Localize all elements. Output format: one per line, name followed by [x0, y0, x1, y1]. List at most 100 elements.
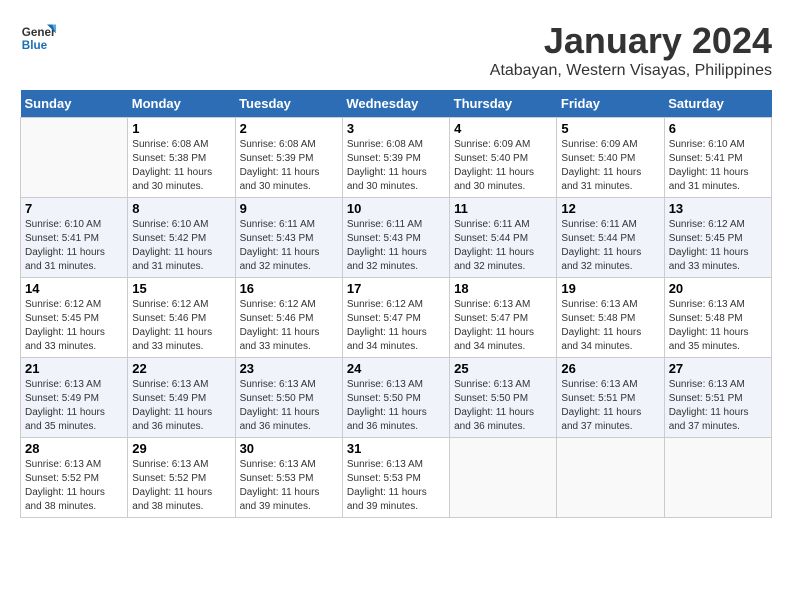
day-info: Sunrise: 6:13 AM Sunset: 5:52 PM Dayligh…: [25, 458, 123, 514]
day-number: 5: [561, 121, 659, 136]
day-info: Sunrise: 6:11 AM Sunset: 5:43 PM Dayligh…: [347, 218, 445, 274]
weekday-header-cell: Friday: [557, 90, 664, 118]
calendar-week-row: 7Sunrise: 6:10 AM Sunset: 5:41 PM Daylig…: [21, 198, 772, 278]
logo: General Blue: [20, 20, 56, 56]
day-number: 6: [669, 121, 767, 136]
calendar-day-cell: 10 Sunrise: 6:11 AM Sunset: 5:43 PM Dayli…: [342, 198, 449, 278]
day-number: 31: [347, 441, 445, 456]
day-number: 29: [132, 441, 230, 456]
weekday-header-cell: Saturday: [664, 90, 771, 118]
calendar-day-cell: 23 Sunrise: 6:13 AM Sunset: 5:50 PM Dayli…: [235, 358, 342, 438]
calendar-day-cell: 11Sunrise: 6:11 AM Sunset: 5:44 PM Dayli…: [450, 198, 557, 278]
calendar-day-cell: 5 Sunrise: 6:09 AM Sunset: 5:40 PM Daylig…: [557, 118, 664, 198]
calendar-week-row: 1 Sunrise: 6:08 AM Sunset: 5:38 PM Daylig…: [21, 118, 772, 198]
day-number: 3: [347, 121, 445, 136]
calendar-body: 1 Sunrise: 6:08 AM Sunset: 5:38 PM Daylig…: [21, 118, 772, 518]
day-info: Sunrise: 6:13 AM Sunset: 5:48 PM Dayligh…: [561, 298, 659, 354]
day-number: 22: [132, 361, 230, 376]
day-info: Sunrise: 6:13 AM Sunset: 5:53 PM Dayligh…: [347, 458, 445, 514]
day-number: 14: [25, 281, 123, 296]
month-title: January 2024: [490, 20, 772, 62]
calendar-day-cell: 12Sunrise: 6:11 AM Sunset: 5:44 PM Dayli…: [557, 198, 664, 278]
day-info: Sunrise: 6:12 AM Sunset: 5:46 PM Dayligh…: [132, 298, 230, 354]
svg-text:Blue: Blue: [22, 39, 48, 52]
calendar-day-cell: 30 Sunrise: 6:13 AM Sunset: 5:53 PM Dayli…: [235, 438, 342, 518]
day-number: 2: [240, 121, 338, 136]
calendar-day-cell: 16Sunrise: 6:12 AM Sunset: 5:46 PM Dayli…: [235, 278, 342, 358]
calendar-day-cell: 1 Sunrise: 6:08 AM Sunset: 5:38 PM Daylig…: [128, 118, 235, 198]
day-info: Sunrise: 6:13 AM Sunset: 5:50 PM Dayligh…: [454, 378, 552, 434]
weekday-header-row: SundayMondayTuesdayWednesdayThursdayFrid…: [21, 90, 772, 118]
weekday-header-cell: Wednesday: [342, 90, 449, 118]
day-info: Sunrise: 6:13 AM Sunset: 5:48 PM Dayligh…: [669, 298, 767, 354]
calendar-week-row: 14 Sunrise: 6:12 AM Sunset: 5:45 PM Dayli…: [21, 278, 772, 358]
day-number: 10: [347, 201, 445, 216]
weekday-header-cell: Monday: [128, 90, 235, 118]
calendar-day-cell: 2 Sunrise: 6:08 AM Sunset: 5:39 PM Daylig…: [235, 118, 342, 198]
calendar-day-cell: 15 Sunrise: 6:12 AM Sunset: 5:46 PM Dayli…: [128, 278, 235, 358]
calendar-day-cell: 9 Sunrise: 6:11 AM Sunset: 5:43 PM Daylig…: [235, 198, 342, 278]
weekday-header-cell: Thursday: [450, 90, 557, 118]
calendar-week-row: 21 Sunrise: 6:13 AM Sunset: 5:49 PM Dayli…: [21, 358, 772, 438]
day-info: Sunrise: 6:12 AM Sunset: 5:46 PM Dayligh…: [240, 298, 338, 354]
calendar-table: SundayMondayTuesdayWednesdayThursdayFrid…: [20, 90, 772, 518]
calendar-day-cell: 4 Sunrise: 6:09 AM Sunset: 5:40 PM Daylig…: [450, 118, 557, 198]
day-number: 30: [240, 441, 338, 456]
day-number: 20: [669, 281, 767, 296]
day-number: 1: [132, 121, 230, 136]
day-info: Sunrise: 6:09 AM Sunset: 5:40 PM Dayligh…: [561, 138, 659, 194]
day-number: 15: [132, 281, 230, 296]
day-number: 8: [132, 201, 230, 216]
day-info: Sunrise: 6:09 AM Sunset: 5:40 PM Dayligh…: [454, 138, 552, 194]
calendar-day-cell: 13Sunrise: 6:12 AM Sunset: 5:45 PM Dayli…: [664, 198, 771, 278]
day-number: 17: [347, 281, 445, 296]
calendar-day-cell: 25 Sunrise: 6:13 AM Sunset: 5:50 PM Dayli…: [450, 358, 557, 438]
day-info: Sunrise: 6:10 AM Sunset: 5:41 PM Dayligh…: [669, 138, 767, 194]
calendar-day-cell: [664, 438, 771, 518]
calendar-day-cell: 28 Sunrise: 6:13 AM Sunset: 5:52 PM Dayli…: [21, 438, 128, 518]
day-info: Sunrise: 6:13 AM Sunset: 5:53 PM Dayligh…: [240, 458, 338, 514]
calendar-day-cell: 19 Sunrise: 6:13 AM Sunset: 5:48 PM Dayli…: [557, 278, 664, 358]
calendar-day-cell: 22 Sunrise: 6:13 AM Sunset: 5:49 PM Dayli…: [128, 358, 235, 438]
day-info: Sunrise: 6:13 AM Sunset: 5:50 PM Dayligh…: [240, 378, 338, 434]
weekday-header-cell: Tuesday: [235, 90, 342, 118]
day-info: Sunrise: 6:08 AM Sunset: 5:39 PM Dayligh…: [240, 138, 338, 194]
day-number: 4: [454, 121, 552, 136]
day-info: Sunrise: 6:08 AM Sunset: 5:38 PM Dayligh…: [132, 138, 230, 194]
calendar-day-cell: 31 Sunrise: 6:13 AM Sunset: 5:53 PM Dayli…: [342, 438, 449, 518]
calendar-day-cell: 26Sunrise: 6:13 AM Sunset: 5:51 PM Dayli…: [557, 358, 664, 438]
day-info: Sunrise: 6:13 AM Sunset: 5:50 PM Dayligh…: [347, 378, 445, 434]
calendar-day-cell: 18Sunrise: 6:13 AM Sunset: 5:47 PM Dayli…: [450, 278, 557, 358]
calendar-day-cell: 8 Sunrise: 6:10 AM Sunset: 5:42 PM Daylig…: [128, 198, 235, 278]
day-info: Sunrise: 6:11 AM Sunset: 5:43 PM Dayligh…: [240, 218, 338, 274]
calendar-day-cell: 29Sunrise: 6:13 AM Sunset: 5:52 PM Dayli…: [128, 438, 235, 518]
calendar-day-cell: 24 Sunrise: 6:13 AM Sunset: 5:50 PM Dayli…: [342, 358, 449, 438]
calendar-day-cell: [450, 438, 557, 518]
day-info: Sunrise: 6:13 AM Sunset: 5:51 PM Dayligh…: [669, 378, 767, 434]
day-number: 23: [240, 361, 338, 376]
day-info: Sunrise: 6:11 AM Sunset: 5:44 PM Dayligh…: [454, 218, 552, 274]
day-info: Sunrise: 6:13 AM Sunset: 5:49 PM Dayligh…: [25, 378, 123, 434]
day-number: 9: [240, 201, 338, 216]
day-number: 28: [25, 441, 123, 456]
day-number: 19: [561, 281, 659, 296]
day-number: 25: [454, 361, 552, 376]
header: General Blue January 2024 Atabayan, West…: [20, 20, 772, 80]
day-number: 21: [25, 361, 123, 376]
day-number: 26: [561, 361, 659, 376]
calendar-day-cell: [557, 438, 664, 518]
day-number: 7: [25, 201, 123, 216]
day-info: Sunrise: 6:12 AM Sunset: 5:45 PM Dayligh…: [25, 298, 123, 354]
day-number: 27: [669, 361, 767, 376]
calendar-day-cell: 17Sunrise: 6:12 AM Sunset: 5:47 PM Dayli…: [342, 278, 449, 358]
calendar-day-cell: 6 Sunrise: 6:10 AM Sunset: 5:41 PM Daylig…: [664, 118, 771, 198]
day-number: 24: [347, 361, 445, 376]
calendar-day-cell: 7Sunrise: 6:10 AM Sunset: 5:41 PM Daylig…: [21, 198, 128, 278]
day-info: Sunrise: 6:13 AM Sunset: 5:47 PM Dayligh…: [454, 298, 552, 354]
calendar-week-row: 28 Sunrise: 6:13 AM Sunset: 5:52 PM Dayli…: [21, 438, 772, 518]
calendar-day-cell: 14 Sunrise: 6:12 AM Sunset: 5:45 PM Dayli…: [21, 278, 128, 358]
calendar-day-cell: 27 Sunrise: 6:13 AM Sunset: 5:51 PM Dayli…: [664, 358, 771, 438]
day-info: Sunrise: 6:10 AM Sunset: 5:42 PM Dayligh…: [132, 218, 230, 274]
logo-icon: General Blue: [20, 20, 56, 56]
day-info: Sunrise: 6:13 AM Sunset: 5:49 PM Dayligh…: [132, 378, 230, 434]
